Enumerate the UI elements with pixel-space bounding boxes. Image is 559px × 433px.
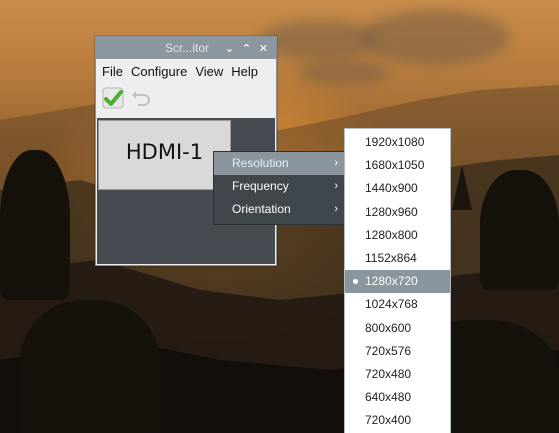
window-title: Scr...itor <box>164 41 209 55</box>
undo-icon[interactable] <box>130 87 152 109</box>
checkmark-icon[interactable] <box>102 87 124 109</box>
resolution-label: 640x480 <box>365 390 412 405</box>
monitor-hdmi-1[interactable]: HDMI-1 <box>98 120 231 190</box>
resolution-label: 1024x768 <box>365 297 418 312</box>
resolution-option[interactable]: 1280x960 <box>345 201 450 224</box>
maximize-button[interactable]: ⌃ <box>240 42 253 55</box>
resolution-option[interactable]: 720x480 <box>345 363 450 386</box>
chevron-right-icon: › <box>334 180 338 192</box>
resolution-option[interactable]: 800x600 <box>345 317 450 340</box>
resolution-label: 720x576 <box>365 343 412 358</box>
resolution-option[interactable]: 1680x1050 <box>345 154 450 177</box>
resolution-label: 1680x1050 <box>365 158 425 173</box>
resolution-label: 1280x720 <box>365 274 418 289</box>
resolution-option[interactable]: 1920x1080 <box>345 131 450 154</box>
menu-item-frequency[interactable]: Frequency › <box>214 175 346 198</box>
resolution-submenu: 1920x1080 1680x1050 1440x900 1280x960 12… <box>344 128 451 433</box>
resolution-option[interactable]: 720x576 <box>345 340 450 363</box>
menubar: File Configure View Help <box>96 59 276 83</box>
menu-item-label: Frequency <box>232 179 289 193</box>
selected-bullet-icon <box>353 279 358 285</box>
toolbar <box>96 83 276 113</box>
resolution-label: 1280x960 <box>365 204 418 219</box>
resolution-label: 800x600 <box>365 320 412 335</box>
chevron-right-icon: › <box>334 157 338 169</box>
resolution-label: 1920x1080 <box>365 135 425 149</box>
resolution-label: 1440x900 <box>365 181 418 196</box>
resolution-option[interactable]: 1024x768 <box>345 293 450 316</box>
menu-view[interactable]: View <box>195 64 223 79</box>
resolution-option[interactable]: 720x400 <box>345 409 450 432</box>
resolution-option[interactable]: 1440x900 <box>345 177 450 200</box>
menu-configure[interactable]: Configure <box>131 64 187 79</box>
menu-file[interactable]: File <box>102 64 123 79</box>
resolution-option[interactable]: 1280x800 <box>345 224 450 247</box>
resolution-label: 1152x864 <box>365 250 417 265</box>
resolution-label: 1280x800 <box>365 227 418 242</box>
resolution-option-selected[interactable]: 1280x720 <box>345 270 450 294</box>
close-button[interactable]: ✕ <box>257 42 270 55</box>
resolution-option[interactable]: 640x480 <box>345 386 450 409</box>
resolution-option[interactable]: 1152x864 <box>345 247 450 270</box>
minimize-button[interactable]: ⌄ <box>223 42 236 55</box>
window-titlebar[interactable]: Scr...itor ⌄ ⌃ ✕ <box>96 37 276 59</box>
chevron-right-icon: › <box>334 203 338 215</box>
resolution-label: 720x400 <box>365 413 412 428</box>
menu-item-resolution[interactable]: Resolution › <box>214 152 346 175</box>
resolution-label: 720x480 <box>365 366 412 381</box>
menu-item-orientation[interactable]: Orientation › <box>214 198 346 221</box>
menu-item-label: Orientation <box>232 202 291 216</box>
monitor-label: HDMI-1 <box>125 140 204 164</box>
monitor-context-menu: Resolution › Frequency › Orientation › <box>213 151 347 225</box>
menu-item-label: Resolution <box>232 156 289 170</box>
menu-help[interactable]: Help <box>231 64 258 79</box>
